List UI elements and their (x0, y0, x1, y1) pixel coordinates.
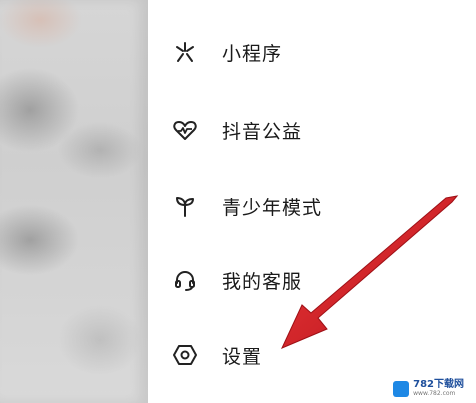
watermark: 782下载网 www.782.com (389, 378, 468, 399)
watermark-subtitle: www.782.com (413, 390, 456, 397)
watermark-title: 782下载网 (413, 379, 464, 390)
red-arrow-annotation (280, 195, 459, 349)
watermark-logo-icon (393, 380, 410, 397)
